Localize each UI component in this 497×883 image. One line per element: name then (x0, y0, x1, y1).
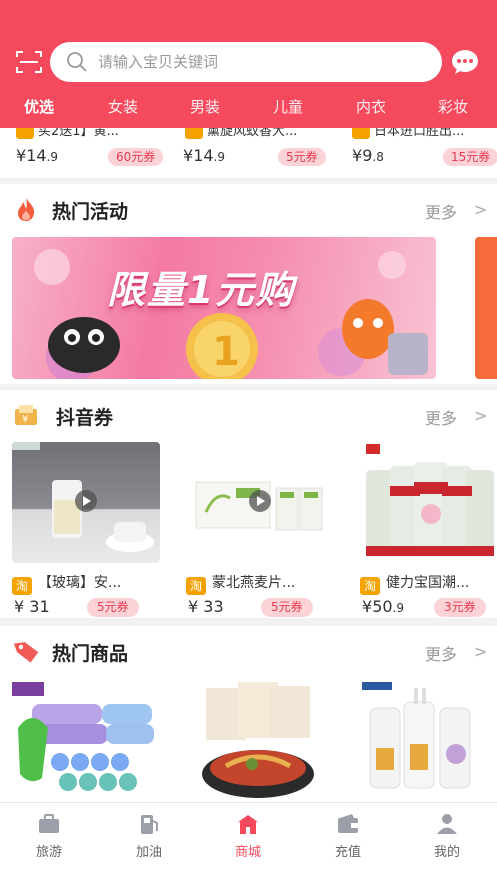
fuel-pump-icon (141, 815, 158, 834)
coupon-badge[interactable]: 3元券 (434, 598, 486, 617)
tag-icon (13, 642, 39, 663)
taobao-icon: 淘 (12, 577, 32, 595)
more-link[interactable]: 更多 (425, 641, 457, 665)
tab-label: 旅游 (35, 845, 62, 860)
strip-coupon[interactable]: 5元券 (278, 148, 326, 166)
tab-travel[interactable]: 旅游 (19, 813, 79, 860)
product-name: 淘蒙北燕麦片... (186, 572, 295, 595)
play-icon[interactable] (249, 490, 271, 512)
product-strip: 买2送1】黄... 薰旋风蚊香大... 日本进口胜出... ¥14.9 60元券… (0, 128, 497, 178)
scan-icon[interactable] (16, 50, 42, 74)
next-banner-peek[interactable] (475, 237, 497, 379)
coupon-badge[interactable]: 5元券 (261, 598, 313, 617)
category-tabs: 优选 女装 男装 儿童 内衣 彩妆 (0, 92, 497, 122)
strip-coupon[interactable]: 15元券 (443, 148, 497, 166)
strip-price: ¥14.9 (183, 146, 225, 165)
section-title: 热门活动 (52, 201, 129, 223)
more-link[interactable]: 更多 (425, 199, 457, 223)
search-icon (67, 52, 87, 72)
hot-activity-section: 热门活动 更多 > 1 限量1元购 (0, 184, 497, 384)
tab-category-0[interactable]: 优选 (24, 96, 54, 117)
section-title: 热门商品 (52, 643, 129, 665)
suitcase-icon (39, 814, 59, 833)
tab-mall[interactable]: 商城 (218, 813, 278, 860)
douyin-coupon-section: ¥ 抖音券 更多 > 淘【玻璃】安... ¥ 31 5元券 淘 蒙北燕麦片...… (0, 390, 497, 618)
product-image (360, 442, 497, 563)
coupon-badge[interactable]: 5元券 (87, 598, 139, 617)
tab-label: 我的 (433, 845, 460, 860)
strip-coupon[interactable]: 60元券 (108, 148, 164, 166)
taobao-icon: 淘 (186, 577, 206, 595)
tab-profile[interactable]: 我的 (417, 813, 477, 860)
product-price: ¥50.9 (362, 597, 404, 616)
play-icon[interactable] (75, 490, 97, 512)
chevron-right-icon[interactable]: > (474, 200, 487, 219)
svg-text:1: 1 (212, 329, 240, 375)
chevron-right-icon[interactable]: > (474, 642, 487, 661)
strip-item-title[interactable]: 买2送1】黄... (16, 128, 119, 139)
promo-banner[interactable]: 1 限量1元购 (12, 237, 436, 379)
tab-category-1[interactable]: 女装 (108, 96, 138, 117)
tab-recharge[interactable]: 充值 (318, 813, 378, 860)
user-icon (437, 814, 457, 834)
search-input[interactable] (98, 53, 398, 71)
product-price: ¥ 31 (14, 597, 50, 616)
strip-item-title[interactable]: 日本进口胜出... (352, 128, 464, 139)
header: 优选 女装 男装 儿童 内衣 彩妆 (0, 0, 497, 128)
banner-headline: 限量1元购 (107, 268, 296, 312)
tab-category-4[interactable]: 内衣 (356, 96, 386, 117)
section-header: 热门商品 更多 > (0, 626, 497, 674)
section-header: 热门活动 更多 > (0, 184, 497, 232)
search-bar[interactable] (50, 42, 442, 82)
taobao-icon (352, 128, 370, 139)
tab-label: 加油 (135, 845, 162, 860)
product-name: 淘【玻璃】安... (12, 572, 121, 595)
tab-category-3[interactable]: 儿童 (273, 96, 303, 117)
product-name: 淘健力宝国潮... (360, 572, 469, 595)
product-image[interactable] (360, 678, 497, 800)
svg-text:¥: ¥ (22, 414, 28, 425)
tab-category-5[interactable]: 彩妆 (438, 96, 468, 117)
taobao-icon (16, 128, 34, 139)
store-icon (238, 815, 258, 834)
tab-label: 商城 (234, 845, 261, 860)
more-link[interactable]: 更多 (425, 405, 457, 429)
taobao-icon (185, 128, 203, 139)
product-image[interactable] (186, 678, 332, 800)
fire-icon (18, 197, 34, 221)
wallet-icon (338, 814, 358, 833)
section-header: ¥ 抖音券 更多 > (0, 390, 497, 438)
chevron-right-icon[interactable]: > (474, 406, 487, 425)
product-image[interactable] (12, 678, 158, 800)
coupon-icon: ¥ (15, 405, 37, 425)
strip-item-title[interactable]: 薰旋风蚊香大... (185, 128, 297, 139)
bottom-tab-bar: 旅游 加油 商城 充值 我的 (0, 802, 497, 883)
section-title: 抖音券 (56, 407, 114, 429)
message-icon[interactable] (451, 49, 479, 75)
product-price: ¥ 33 (188, 597, 224, 616)
hot-goods-section: 热门商品 更多 > (0, 626, 497, 802)
tab-label: 充值 (334, 845, 361, 860)
product-image (186, 442, 334, 563)
strip-price: ¥14.9 (16, 146, 58, 165)
product-image (12, 442, 160, 563)
strip-price: ¥9.8 (352, 146, 384, 165)
tab-fuel[interactable]: 加油 (119, 813, 179, 860)
taobao-icon: 淘 (360, 577, 380, 595)
tab-category-2[interactable]: 男装 (190, 96, 220, 117)
